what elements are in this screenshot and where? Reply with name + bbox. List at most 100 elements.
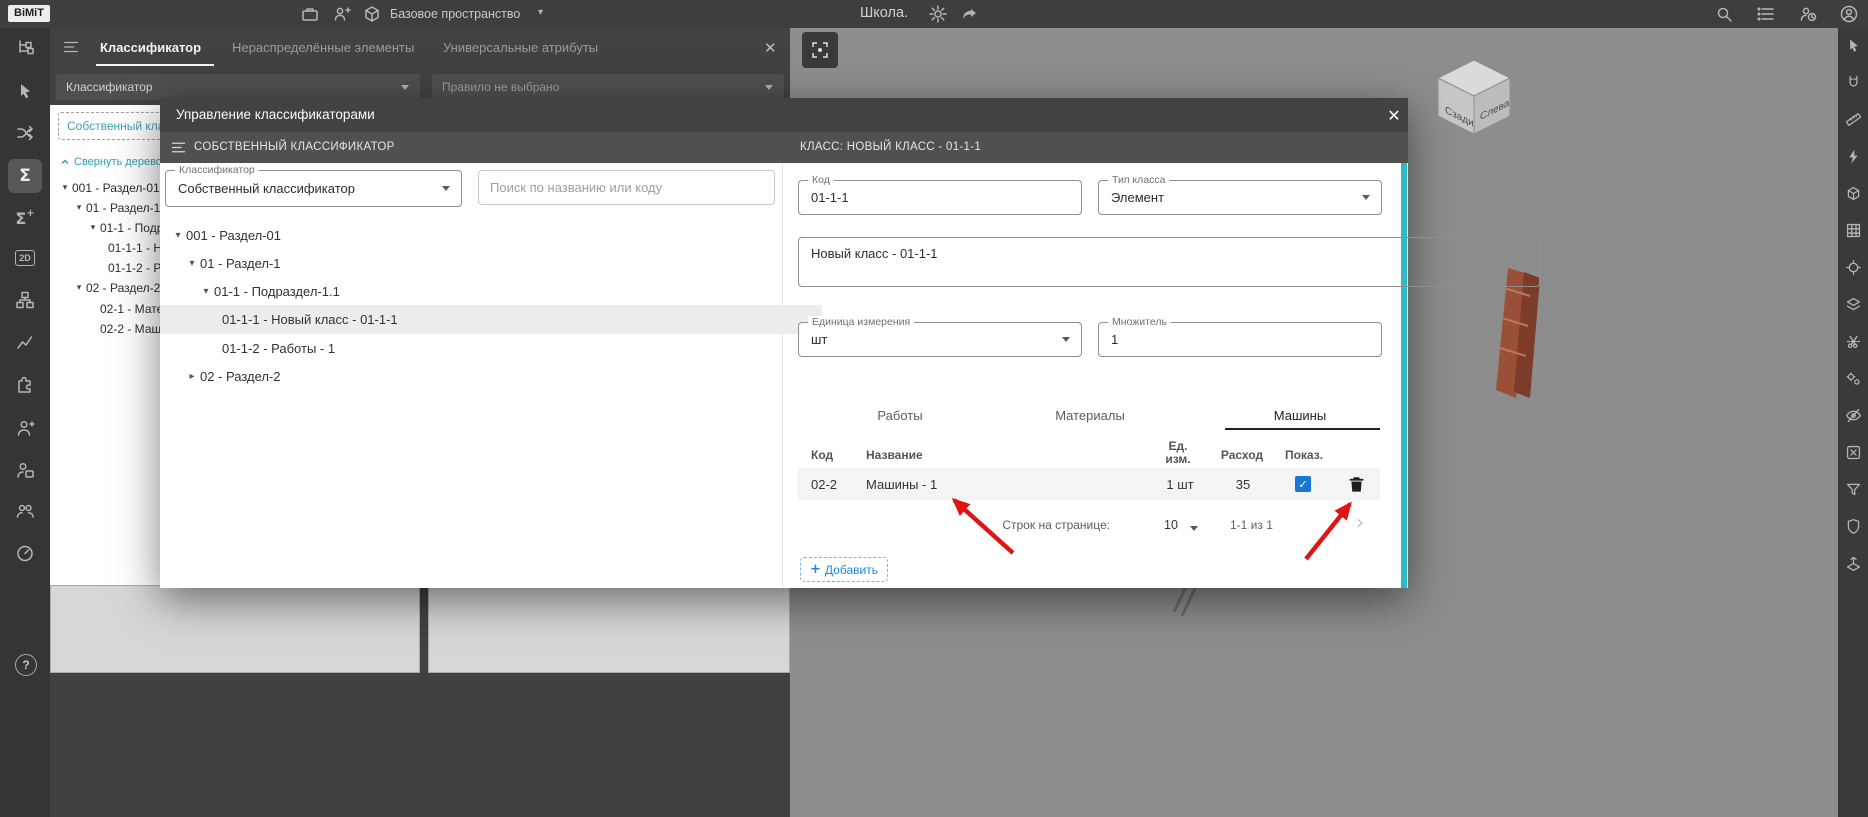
resource-tab-underline	[1225, 428, 1380, 430]
user-history-icon[interactable]	[1798, 4, 1818, 29]
share-icon[interactable]	[960, 4, 980, 29]
show-checkbox[interactable]: ✓	[1295, 476, 1311, 492]
dialog-scrollbar[interactable]	[1401, 163, 1407, 588]
table-row[interactable]: 02-2 Машины - 1 1 шт 35 ✓	[798, 468, 1380, 500]
dialog-tree-item[interactable]: ▾ 001 - Раздел-01	[160, 221, 786, 249]
classifier-select[interactable]: Классификатор	[56, 74, 420, 100]
chart-icon[interactable]	[8, 325, 42, 359]
team-icon[interactable]	[8, 494, 42, 528]
rule-select[interactable]: Правило не выбрано	[432, 74, 784, 100]
dialog-tree-item[interactable]: ▸ 02 - Раздел-2	[160, 362, 800, 390]
takeoff-add-icon[interactable]: Σ +	[8, 201, 42, 235]
measure-icon[interactable]	[1841, 107, 1865, 131]
layers-icon[interactable]	[1841, 292, 1865, 316]
class-name-field[interactable]: Новый класс - 01-1-1	[798, 237, 1540, 287]
add-resource-button[interactable]: + Добавить	[800, 557, 888, 582]
hierarchy-icon[interactable]	[8, 283, 42, 317]
panel-tree-item[interactable]: ▾ 01 - Раздел-1	[72, 198, 161, 218]
select-cursor-icon[interactable]	[8, 74, 42, 108]
shield-icon[interactable]	[1841, 514, 1865, 538]
magnet-snap-icon[interactable]	[1841, 70, 1865, 94]
delete-row-button[interactable]	[1348, 475, 1365, 498]
dialog-tree-item[interactable]: ▾ 01-1 - Подраздел-1.1	[160, 277, 814, 305]
tab-works[interactable]: Работы	[820, 408, 980, 423]
gauge-icon[interactable]	[8, 536, 42, 570]
cut-plane-icon[interactable]	[1841, 329, 1865, 353]
classifier-select-value: Классификатор	[66, 80, 153, 94]
projects-icon[interactable]	[300, 4, 320, 29]
rule-select-caret-icon	[765, 84, 773, 90]
dialog-search-input[interactable]	[478, 170, 775, 205]
summary-table-right	[428, 585, 790, 673]
col-header-unit: Ед. изм.	[1165, 439, 1191, 466]
hide-elements-icon[interactable]	[1841, 403, 1865, 427]
panel-close-icon[interactable]: ✕	[764, 39, 777, 57]
panel-tree-item[interactable]: ▾ 02 - Раздел-2	[72, 278, 161, 298]
chevron-down-icon: ▾	[76, 203, 82, 213]
clip-plane-icon[interactable]	[1841, 551, 1865, 575]
selection-mode-button[interactable]	[802, 32, 838, 68]
project-settings-gear-icon[interactable]	[928, 4, 948, 29]
select-caret-icon	[1362, 195, 1370, 200]
tab-machines[interactable]: Машины	[1220, 408, 1380, 423]
plugins-icon[interactable]	[8, 368, 42, 402]
row-unit: 1 шт	[1166, 477, 1194, 492]
model-tree-icon[interactable]	[8, 31, 42, 65]
clear-selection-icon[interactable]	[1841, 440, 1865, 464]
workspace-selector[interactable]: Базовое пространство	[390, 7, 520, 21]
code-field[interactable]: Код 01-1-1	[798, 174, 1082, 215]
collaboration-icon[interactable]	[332, 4, 352, 29]
unit-select[interactable]: Единица измерения шт	[798, 316, 1082, 357]
user-card-icon[interactable]	[8, 453, 42, 487]
collapse-tree-link[interactable]: Свернуть дерево	[60, 154, 162, 170]
rows-per-page-select[interactable]: 10	[1164, 518, 1178, 532]
multiplier-field[interactable]: Множитель 1	[1098, 316, 1382, 357]
model-space-icon[interactable]	[362, 4, 382, 29]
chevron-down-icon: ▾	[76, 283, 82, 293]
menu-list-icon[interactable]	[1756, 4, 1776, 29]
app-logo: BiMiT	[8, 5, 50, 22]
chevron-down-icon: ▾	[175, 229, 181, 241]
dialog-titlebar: Управление классификаторами ✕	[160, 98, 1408, 132]
grid-icon[interactable]	[1841, 218, 1865, 242]
section-box-icon[interactable]	[1841, 181, 1865, 205]
filter-icon[interactable]	[1841, 477, 1865, 501]
select-cursor-icon[interactable]	[1841, 33, 1865, 57]
dialog-tree-item-selected[interactable]: 01-1-1 - Новый класс - 01-1-1	[160, 305, 822, 334]
dialog-tree-item[interactable]: 01-1-2 - Работы - 1	[160, 334, 822, 362]
quick-actions-icon[interactable]	[1841, 144, 1865, 168]
help-icon[interactable]: ?	[15, 654, 37, 676]
dialog-close-icon[interactable]: ✕	[1382, 103, 1406, 127]
search-icon[interactable]	[1714, 4, 1734, 29]
settings-gears-icon[interactable]	[1841, 366, 1865, 390]
dialog-tree-item[interactable]: ▾ 01 - Раздел-1	[160, 249, 800, 277]
dialog-classifier-select[interactable]: Классификатор Собственный классификатор	[165, 164, 462, 207]
plus-icon: +	[810, 562, 821, 577]
workspace-caret-icon[interactable]: ▾	[538, 7, 543, 18]
dialog-section-header: СОБСТВЕННЫЙ КЛАССИФИКАТОР КЛАСС: НОВЫЙ К…	[160, 132, 1408, 163]
check-icon: ✓	[1298, 477, 1308, 491]
chevron-down-icon: ▾	[203, 285, 209, 297]
user-add-icon[interactable]	[8, 411, 42, 445]
class-type-select[interactable]: Тип класса Элемент	[1098, 174, 1382, 215]
next-page-icon[interactable]: ›	[1356, 510, 1364, 534]
dialog-menu-icon[interactable]	[170, 139, 187, 161]
panel-tree-item[interactable]: ▾ 001 - Раздел-01	[58, 178, 160, 198]
navigation-cube[interactable]: Сзади Слева	[1428, 54, 1520, 138]
per-page-caret-icon[interactable]	[1190, 526, 1198, 531]
tab-materials[interactable]: Материалы	[1010, 408, 1170, 423]
account-icon[interactable]	[1839, 4, 1859, 29]
view-2d-icon[interactable]: 2D	[8, 241, 42, 275]
right-toolbar	[1838, 28, 1868, 817]
takeoff-sigma-icon[interactable]: Σ	[8, 159, 42, 193]
active-tab-underline	[96, 64, 214, 66]
tab-unassigned-elements[interactable]: Нераспределённые элементы	[232, 40, 414, 55]
focus-target-icon[interactable]	[1841, 255, 1865, 279]
row-name: Машины - 1	[866, 477, 938, 492]
panel-menu-icon[interactable]	[62, 38, 80, 61]
classifier-panel-header: Классификатор Нераспределённые элементы …	[50, 28, 790, 105]
col-header-show: Показ.	[1284, 448, 1324, 462]
relations-icon[interactable]	[8, 116, 42, 150]
tab-classifier[interactable]: Классификатор	[100, 40, 201, 55]
tab-universal-attributes[interactable]: Универсальные атрибуты	[443, 40, 598, 55]
